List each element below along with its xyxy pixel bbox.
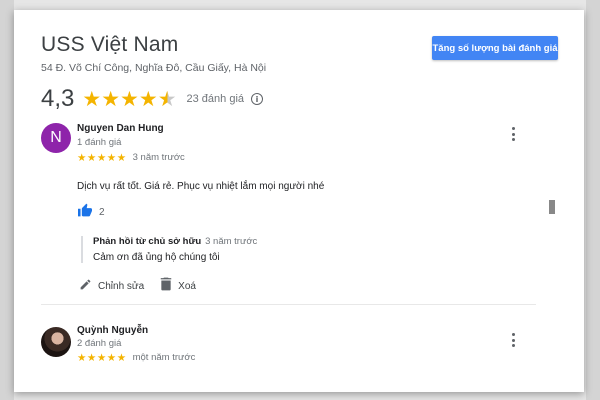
info-icon[interactable]: i <box>251 93 264 105</box>
owner-reply-label: Phản hồi từ chủ sở hữu <box>93 236 202 247</box>
star-icon: ★ <box>77 353 87 362</box>
star-icon: ★ <box>116 151 127 164</box>
place-address: 54 Đ. Võ Chí Công, Nghĩa Đô, Cầu Giấy, H… <box>41 62 267 74</box>
reviewer-name[interactable]: Nguyen Dan Hung <box>77 123 185 134</box>
scrollbar-thumb[interactable] <box>549 200 555 214</box>
more-vert-icon[interactable] <box>507 126 519 142</box>
review-rating: ★ ★ ★ ★ ★ một năm trước <box>77 353 195 362</box>
star-icon: ★ <box>138 87 158 111</box>
owner-reply: Phản hồi từ chủ sở hữu 3 năm trước Cảm ơn… <box>81 236 257 263</box>
review-text: Dịch vụ rất tốt. Giá rẻ. Phục vụ nhiệt l… <box>77 181 325 192</box>
star-icon: ★ <box>77 151 87 164</box>
avatar[interactable]: N <box>41 123 71 153</box>
owner-reply-title: Phản hồi từ chủ sở hữu 3 năm trước <box>93 236 257 247</box>
thumbs-up-icon[interactable] <box>77 203 93 222</box>
reviewer-review-count: 1 đánh giá <box>77 137 122 148</box>
get-more-reviews-button[interactable]: Tăng số lượng bài đánh giá <box>432 36 558 60</box>
reply-actions: Chỉnh sửa Xoá <box>79 277 212 296</box>
reviewer-review-count: 2 đánh giá <box>77 338 122 349</box>
star-icon: ★ <box>101 87 121 111</box>
reviewer-info: Quỳnh Nguyễn 2 đánh giá ★ ★ ★ ★ ★ một nă… <box>77 325 195 362</box>
star-icon: ★ <box>106 353 117 362</box>
reviewer-name[interactable]: Quỳnh Nguyễn <box>77 325 195 336</box>
star-icon: ★ <box>96 151 107 164</box>
reviewer-info: Nguyen Dan Hung 1 đánh giá ★ ★ ★ ★ ★ 3 n… <box>77 123 185 163</box>
review-time: 3 năm trước <box>132 152 185 163</box>
star-icon: ★ <box>86 353 97 362</box>
rating-stars: ★ ★ ★ ★ ★ <box>82 89 176 110</box>
edit-reply-button[interactable]: Chỉnh sửa <box>79 278 144 296</box>
delete-reply-button[interactable]: Xoá <box>160 277 196 296</box>
star-icon: ★ <box>106 151 117 164</box>
owner-reply-text: Cảm ơn đã ủng hộ chúng tôi <box>93 252 220 263</box>
star-icon: ★ <box>82 87 102 111</box>
pencil-icon <box>79 278 92 296</box>
place-name: USS Việt Nam <box>41 33 179 56</box>
backdrop-left <box>0 0 14 400</box>
rating-value: 4,3 <box>41 85 75 112</box>
star-icon: ★ <box>120 87 139 111</box>
star-icon: ★ <box>116 353 127 362</box>
star-icon: ★ <box>96 353 107 362</box>
review-card: Quỳnh Nguyễn 2 đánh giá ★ ★ ★ ★ ★ một nă… <box>41 325 541 385</box>
half-star-icon: ★ <box>157 87 177 111</box>
review-time: một năm trước <box>132 353 196 362</box>
like-count: 2 <box>99 207 105 218</box>
place-header: USS Việt Nam 54 Đ. Võ Chí Công, Nghĩa Đô… <box>41 33 266 74</box>
reviews-dialog: USS Việt Nam 54 Đ. Võ Chí Công, Nghĩa Đô… <box>14 10 584 392</box>
delete-label: Xoá <box>178 281 196 292</box>
review-rating: ★ ★ ★ ★ ★ 3 năm trước <box>77 152 185 163</box>
review-count[interactable]: 23 đánh giá <box>187 93 245 105</box>
review-card: N Nguyen Dan Hung 1 đánh giá ★ ★ ★ ★ ★ 3… <box>41 123 541 298</box>
like-row: 2 <box>77 203 105 222</box>
review-divider <box>41 304 536 305</box>
owner-reply-time: 3 năm trước <box>205 236 258 247</box>
more-vert-icon[interactable] <box>507 332 519 348</box>
star-icon: ★ <box>86 151 97 164</box>
edit-label: Chỉnh sửa <box>98 281 145 292</box>
avatar[interactable] <box>41 327 71 357</box>
trash-icon <box>160 277 172 296</box>
backdrop-right <box>586 0 600 400</box>
rating-summary: 4,3 ★ ★ ★ ★ ★ 23 đánh giá i <box>41 85 264 113</box>
